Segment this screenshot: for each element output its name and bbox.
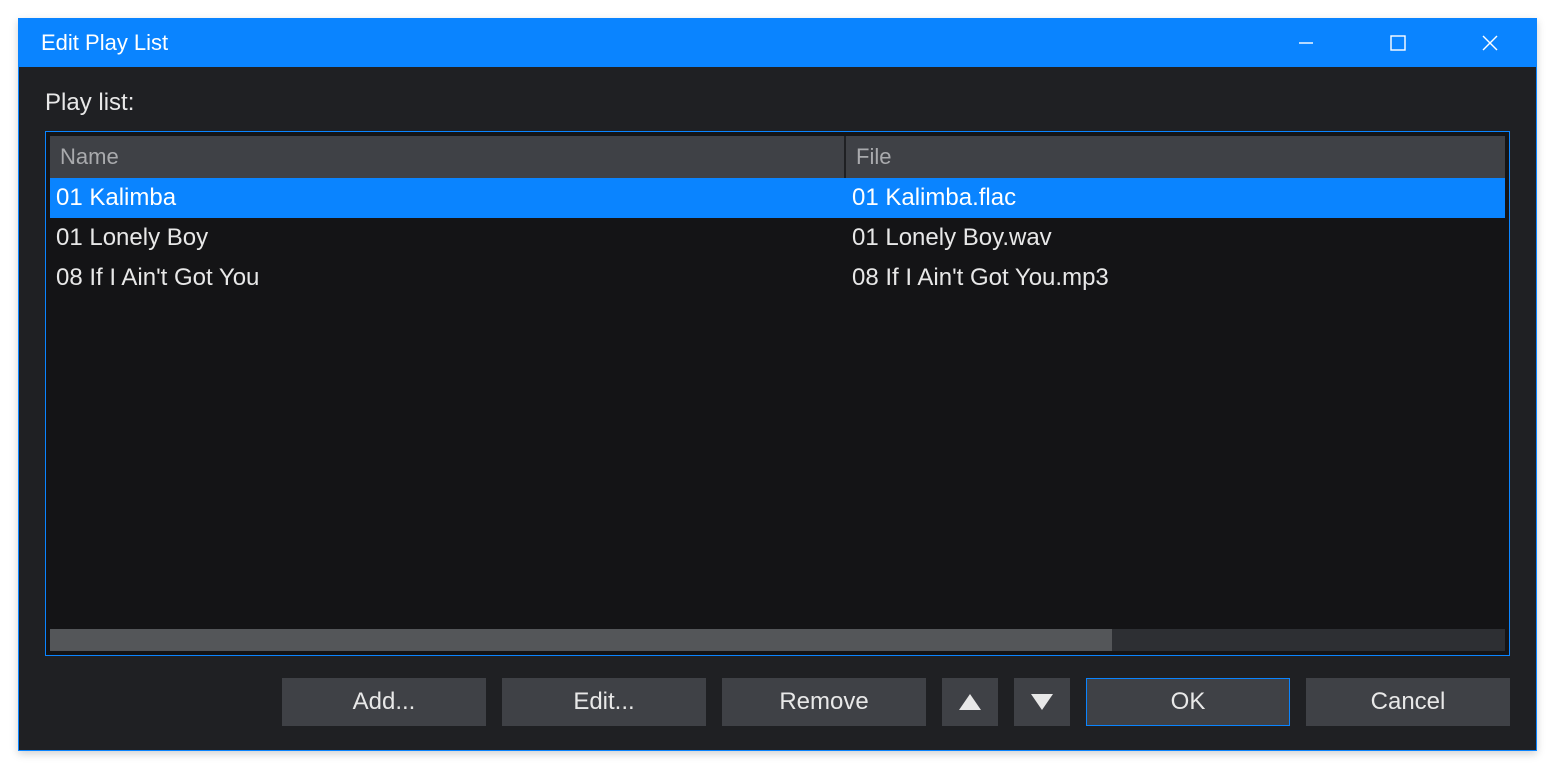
cancel-button[interactable]: Cancel (1306, 678, 1510, 726)
cell-file: 08 If I Ain't Got You.mp3 (846, 264, 1505, 292)
move-down-button[interactable] (1014, 678, 1070, 726)
edit-button[interactable]: Edit... (502, 678, 706, 726)
horizontal-scrollbar[interactable] (50, 629, 1505, 651)
add-button[interactable]: Add... (282, 678, 486, 726)
column-header-file[interactable]: File (846, 136, 1505, 178)
table-row[interactable]: 01 Lonely Boy01 Lonely Boy.wav (50, 218, 1505, 258)
column-header-name[interactable]: Name (50, 136, 846, 178)
cell-name: 01 Kalimba (50, 184, 846, 212)
cell-name: 08 If I Ain't Got You (50, 264, 846, 292)
triangle-up-icon (959, 694, 981, 710)
table-row[interactable]: 01 Kalimba01 Kalimba.flac (50, 178, 1505, 218)
window-controls (1260, 19, 1536, 67)
triangle-down-icon (1031, 694, 1053, 710)
maximize-button[interactable] (1352, 19, 1444, 67)
playlist-table[interactable]: Name File 01 Kalimba01 Kalimba.flac01 Lo… (45, 131, 1510, 656)
close-button[interactable] (1444, 19, 1536, 67)
dialog-body: Play list: Name File 01 Kalimba01 Kalimb… (19, 67, 1536, 750)
table-body: 01 Kalimba01 Kalimba.flac01 Lonely Boy01… (50, 178, 1505, 629)
table-header: Name File (50, 136, 1505, 178)
cell-name: 01 Lonely Boy (50, 224, 846, 252)
window-title: Edit Play List (41, 30, 1260, 56)
edit-playlist-window: Edit Play List Play list: Name File 01 K… (18, 18, 1537, 751)
scrollbar-thumb[interactable] (50, 629, 1112, 651)
ok-button[interactable]: OK (1086, 678, 1290, 726)
move-up-button[interactable] (942, 678, 998, 726)
close-icon (1480, 33, 1500, 53)
cell-file: 01 Lonely Boy.wav (846, 224, 1505, 252)
minimize-icon (1296, 33, 1316, 53)
playlist-label: Play list: (45, 89, 1510, 117)
maximize-icon (1388, 33, 1408, 53)
titlebar[interactable]: Edit Play List (19, 19, 1536, 67)
minimize-button[interactable] (1260, 19, 1352, 67)
table-row[interactable]: 08 If I Ain't Got You08 If I Ain't Got Y… (50, 258, 1505, 298)
button-row: Add... Edit... Remove OK Cancel (45, 678, 1510, 726)
remove-button[interactable]: Remove (722, 678, 926, 726)
cell-file: 01 Kalimba.flac (846, 184, 1505, 212)
